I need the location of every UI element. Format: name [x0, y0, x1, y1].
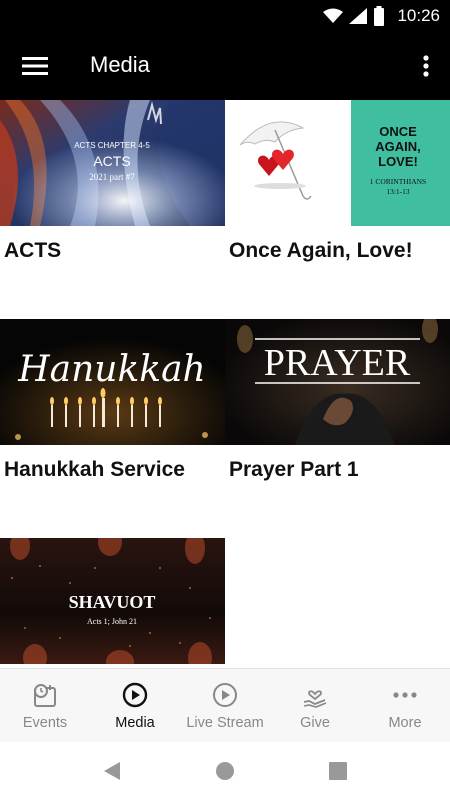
thumb-text: 2021 part #7	[89, 172, 135, 182]
wifi-icon	[323, 8, 344, 23]
system-navigation-bar	[0, 742, 450, 800]
nav-label: More	[388, 715, 422, 731]
status-bar: 10:26	[0, 0, 450, 32]
thumb-text: ACTS CHAPTER 4-5	[74, 141, 150, 150]
thumb-text: ONCE	[379, 124, 417, 139]
thumb-text: AGAIN,	[375, 139, 421, 154]
media-thumbnail: Hanukkah	[0, 319, 225, 445]
overflow-menu-button[interactable]	[414, 46, 438, 86]
nav-item-give[interactable]: Give	[270, 669, 360, 743]
hand-heart-icon	[303, 690, 327, 708]
play-circle-icon	[122, 682, 148, 708]
battery-icon	[374, 6, 385, 26]
more-vertical-icon	[423, 55, 429, 77]
page-title: Media	[90, 52, 150, 77]
app-bar: Media	[0, 32, 450, 100]
nav-item-more[interactable]: More	[360, 669, 450, 743]
media-item-prayer-part-1[interactable]: PRAYER Prayer Part 1	[225, 319, 450, 538]
media-item-hanukkah-service[interactable]: Hanukkah Hanukkah Service	[0, 319, 225, 538]
nav-label: Media	[115, 715, 155, 731]
thumb-text: 13:1-13	[386, 187, 410, 196]
media-thumbnail: PRAYER	[225, 319, 450, 445]
media-thumbnail: ACTS CHAPTER 4-5 ACTS 2021 part #7	[0, 100, 225, 226]
menu-button[interactable]	[14, 46, 56, 86]
play-circle-icon	[213, 683, 237, 707]
media-title: Hanukkah Service	[4, 458, 185, 481]
nav-item-events[interactable]: Events	[0, 669, 90, 743]
thumb-text: Hanukkah	[17, 349, 206, 390]
nav-item-live-stream[interactable]: Live Stream	[180, 669, 270, 743]
thumb-text: 1 CORINTHIANS	[370, 177, 426, 186]
calendar-clock-icon	[34, 684, 56, 707]
media-item-once-again-love[interactable]: ONCE AGAIN, LOVE! 1 CORINTHIANS 13:1-13 …	[225, 100, 450, 319]
status-time: 10:26	[397, 6, 440, 25]
thumb-text: ACTS	[93, 153, 130, 169]
media-title: Prayer Part 1	[229, 458, 359, 481]
bottom-navigation: Events Media Live Stream Give More	[0, 668, 450, 742]
media-thumbnail: ONCE AGAIN, LOVE! 1 CORINTHIANS 13:1-13	[225, 100, 450, 226]
thumb-text: SHAVUOT	[69, 592, 156, 612]
nav-label: Live Stream	[186, 715, 264, 731]
media-thumbnail: SHAVUOT Acts 1; John 21	[0, 538, 225, 664]
nav-label: Events	[22, 715, 68, 731]
thumb-text: Acts 1; John 21	[87, 617, 137, 626]
hamburger-menu-icon	[22, 57, 48, 75]
media-title: Once Again, Love!	[229, 239, 413, 262]
recents-icon[interactable]	[326, 759, 350, 783]
thumb-text: PRAYER	[264, 342, 411, 384]
back-icon[interactable]	[100, 759, 124, 783]
home-icon[interactable]	[213, 759, 237, 783]
media-item-acts[interactable]: ACTS CHAPTER 4-5 ACTS 2021 part #7 ACTS	[0, 100, 225, 319]
more-horizontal-icon	[393, 692, 417, 698]
media-item-shavuot[interactable]: SHAVUOT Acts 1; John 21	[0, 538, 225, 668]
media-title: ACTS	[4, 239, 62, 262]
signal-icon	[349, 8, 368, 24]
status-icons: 10:26	[323, 4, 440, 28]
thumb-text: LOVE!	[378, 154, 418, 169]
nav-item-media[interactable]: Media	[90, 669, 180, 743]
media-grid: ACTS CHAPTER 4-5 ACTS 2021 part #7 ACTS …	[0, 100, 450, 668]
nav-label: Give	[300, 715, 330, 731]
